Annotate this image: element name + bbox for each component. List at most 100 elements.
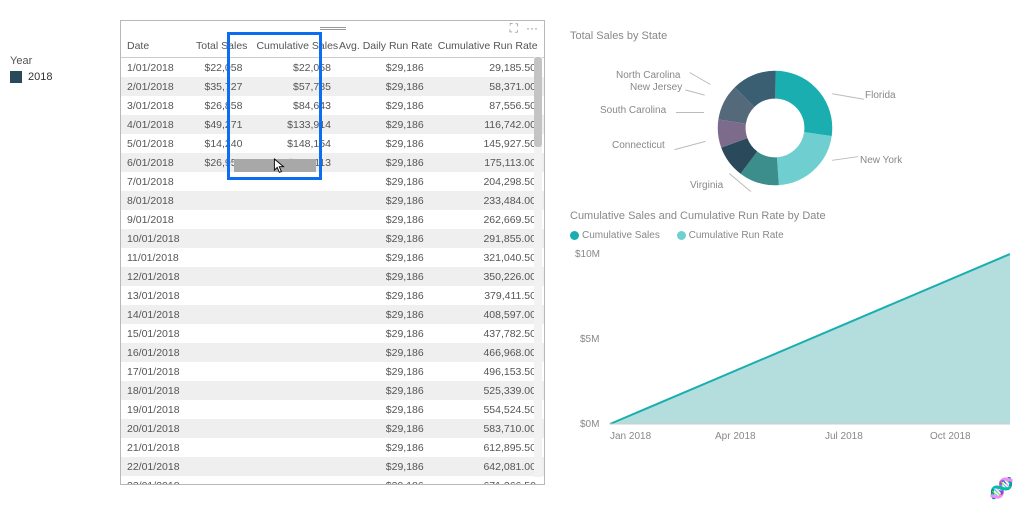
cell-total [190,438,250,457]
cell-total: $26,858 [190,96,250,115]
col-cumulative-run-rate[interactable]: Cumulative Run Rate [432,35,544,58]
cell-crr: 321,040.50 [432,248,544,267]
table-row[interactable]: 21/01/2018$29,186612,895.50 [121,438,544,457]
col-avg-daily-run-rate[interactable]: Avg. Daily Run Rate [339,35,432,58]
table-row[interactable]: 5/01/2018$14,240$148,154$29,186145,927.5… [121,134,544,153]
table-row[interactable]: 3/01/2018$26,858$84,643$29,18687,556.50 [121,96,544,115]
col-total-sales[interactable]: Total Sales [190,35,250,58]
cell-crr: 554,524.50 [432,400,544,419]
cell-cum [250,381,338,400]
cell-crr: 116,742.00 [432,115,544,134]
table-row[interactable]: 22/01/2018$29,186642,081.00 [121,457,544,476]
cell-avg: $29,186 [339,153,432,172]
x-tick: Jul 2018 [825,431,863,442]
cumulative-sales-line-chart[interactable]: Cumulative Sales and Cumulative Run Rate… [570,210,1015,490]
table-row[interactable]: 23/01/2018$29,186671,266.50 [121,476,544,484]
cell-avg: $29,186 [339,324,432,343]
table-row[interactable]: 8/01/2018$29,186233,484.00 [121,191,544,210]
scrollbar-thumb[interactable] [534,57,542,147]
donut-label: Florida [865,90,896,101]
cell-total: $35,727 [190,77,250,96]
slicer-item-2018[interactable]: 2018 [10,71,100,83]
sales-table-visual[interactable]: ⛶ ··· Date Total Sales Cumulative Sales … [120,20,545,485]
cell-cum [250,248,338,267]
donut-label: North Carolina [616,70,680,81]
cell-date: 23/01/2018 [121,476,190,484]
cell-cum [250,438,338,457]
table-row[interactable]: 15/01/2018 $29,186437,782.50 [121,324,544,343]
cell-date: 1/01/2018 [121,58,190,78]
cell-avg: $29,186 [339,457,432,476]
cell-date: 15/01/2018 [121,324,190,343]
col-date[interactable]: Date [121,35,190,58]
table-row[interactable]: 9/01/2018$29,186262,669.50 [121,210,544,229]
slicer-item-label: 2018 [28,71,52,83]
cell-cum [250,191,338,210]
focus-mode-icon[interactable]: ⛶ [510,21,518,36]
cell-crr: 379,411.50 [432,286,544,305]
cell-date: 17/01/2018 [121,362,190,381]
cell-avg: $29,186 [339,134,432,153]
cell-total [190,324,250,343]
table-scroll-area: Date Total Sales Cumulative Sales Avg. D… [121,35,544,484]
cell-total: $49,271 [190,115,250,134]
table-row[interactable]: 11/01/2018$29,186321,040.50 [121,248,544,267]
table-row[interactable]: 14/01/2018$29,186408,597.00 [121,305,544,324]
cell-date: 16/01/2018 [121,343,190,362]
cell-crr: 350,226.00 [432,267,544,286]
col-cumulative-sales[interactable]: Cumulative Sales [250,35,338,58]
legend-label: Cumulative Sales [582,230,660,241]
year-slicer[interactable]: Year 2018 [10,55,100,83]
cell-crr: 58,371.00 [432,77,544,96]
cell-avg: $29,186 [339,381,432,400]
cell-cum [250,286,338,305]
cell-avg: $29,186 [339,305,432,324]
area-chart-area[interactable]: $10M $5M $0M Jan 2018 Apr 2018 Jul 2018 … [580,249,1010,444]
cell-total [190,419,250,438]
cell-avg: $29,186 [339,419,432,438]
table-row[interactable]: 13/01/2018$29,186379,411.50 [121,286,544,305]
cell-total [190,229,250,248]
table-row[interactable]: 7/01/2018$29,186204,298.50 [121,172,544,191]
table-row[interactable]: 16/01/2018$29,186466,968.00 [121,343,544,362]
more-options-icon[interactable]: ··· [526,21,538,35]
table-row[interactable]: 4/01/2018$49,271$133,914$29,186116,742.0… [121,115,544,134]
cell-cum [250,362,338,381]
cell-date: 9/01/2018 [121,210,190,229]
table-row[interactable]: 19/01/2018$29,186554,524.50 [121,400,544,419]
cell-avg: $29,186 [339,362,432,381]
cell-crr: 437,782.50 [432,324,544,343]
table-row[interactable]: 6/01/2018$26,959$175,113$29,186175,113.0… [121,153,544,172]
cell-avg: $29,186 [339,400,432,419]
sales-table: Date Total Sales Cumulative Sales Avg. D… [121,35,544,484]
slicer-title: Year [10,55,100,67]
cell-date: 21/01/2018 [121,438,190,457]
cell-date: 10/01/2018 [121,229,190,248]
table-row[interactable]: 20/01/2018$29,186583,710.00 [121,419,544,438]
table-row[interactable]: 10/01/2018$29,186291,855.00 [121,229,544,248]
table-row[interactable]: 1/01/2018$22,058$22,058$29,18629,185.50 [121,58,544,78]
cell-total [190,267,250,286]
table-row[interactable]: 12/01/2018$29,186350,226.00 [121,267,544,286]
cell-crr: 145,927.50 [432,134,544,153]
y-tick: $5M [580,334,599,345]
total-sales-by-state-chart[interactable]: Total Sales by State North Carolina New … [570,30,980,220]
table-row[interactable]: 18/01/2018$29,186525,339.00 [121,381,544,400]
cell-date: 12/01/2018 [121,267,190,286]
cell-avg: $29,186 [339,58,432,78]
cell-crr: 262,669.50 [432,210,544,229]
cell-avg: $29,186 [339,115,432,134]
donut-chart-area[interactable]: North Carolina New Jersey South Carolina… [570,50,980,205]
cell-avg: $29,186 [339,191,432,210]
cell-cum: $148,154 [250,134,338,153]
donut-label: New Jersey [630,82,682,93]
cell-total [190,343,250,362]
table-row[interactable]: 17/01/2018$29,186496,153.50 [121,362,544,381]
cell-avg: $29,186 [339,476,432,484]
table-row[interactable]: 2/01/2018$35,727$57,785$29,18658,371.00 [121,77,544,96]
cell-avg: $29,186 [339,438,432,457]
vertical-scrollbar[interactable] [534,57,542,477]
drag-handle-icon[interactable] [320,27,346,30]
cell-date: 8/01/2018 [121,191,190,210]
table-header-row[interactable]: Date Total Sales Cumulative Sales Avg. D… [121,35,544,58]
